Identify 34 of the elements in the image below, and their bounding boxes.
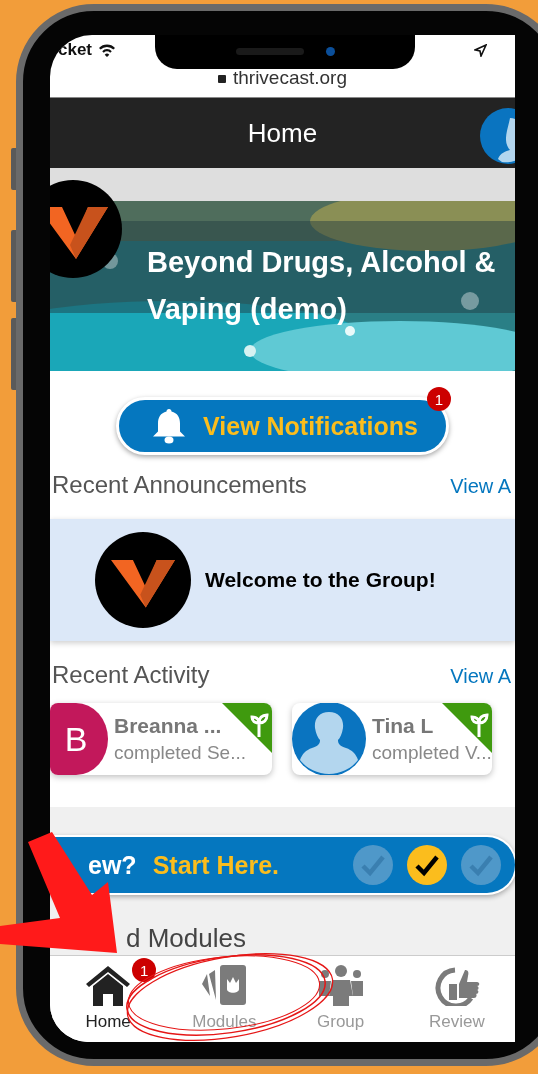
course-banner[interactable]: Beyond Drugs, Alcohol & Vaping (demo) [50,201,515,371]
start-here-text: Start Here. [152,850,280,880]
lock-icon [217,75,226,83]
tab[interactable]: Review [398,956,515,1042]
bell-icon [151,407,188,445]
tab[interactable]: Modules [166,956,283,1042]
activity-card[interactable]: B Breanna ... completed Se... [50,703,272,775]
wifi-icon [98,43,117,57]
course-title: Beyond Drugs, Alcohol & Vaping (demo) [147,245,497,327]
section-heading: Recent Activity [52,661,210,689]
start-question: ew? [88,850,137,880]
page-title: Home [247,117,318,149]
activity-detail: completed V... [372,742,492,764]
announcement-card[interactable]: Welcome to the Group! [50,519,515,641]
activity-card[interactable]: Tina L completed V... [292,703,492,775]
avatar-initial: B [50,703,108,775]
house-icon [84,964,133,1006]
avatar-icon [292,703,366,775]
url-text[interactable]: thrivecast.org [232,67,347,89]
tab[interactable]: Group [282,956,399,1042]
member-name: Breanna ... [114,714,223,738]
member-name: Tina L [372,714,435,738]
tab[interactable]: Home 1 [50,956,167,1042]
people-icon [316,964,365,1006]
notification-badge: 1 [426,387,451,411]
view-all-link[interactable]: View A [450,665,511,688]
location-icon [474,43,487,57]
activity-detail: completed Se... [114,742,247,764]
cards-icon [200,964,249,1006]
announcement-text: Welcome to the Group! [205,568,436,592]
section-heading: d Modules [126,923,247,953]
view-all-link[interactable]: View A [450,475,511,498]
tab-badge: 1 [132,958,157,982]
section-heading: Recent Announcements [52,471,307,499]
